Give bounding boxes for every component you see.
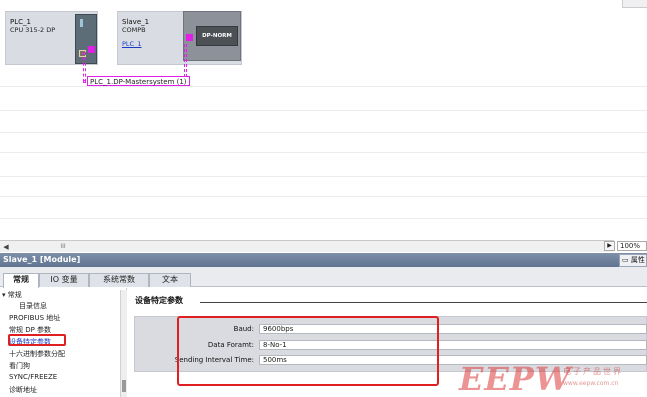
- inspector-title: Slave_1 [Module]: [3, 255, 81, 264]
- grid-line: [0, 218, 647, 219]
- plc-cpu-module-icon: [75, 14, 97, 64]
- tree-item-catalog-info[interactable]: 目录信息: [19, 301, 47, 311]
- slave-module[interactable]: DP-NORM: [183, 11, 241, 61]
- grid-line: [0, 132, 647, 133]
- scroll-grip[interactable]: III: [58, 242, 68, 252]
- watermark-brand: EEPW: [459, 360, 572, 397]
- slave-name: Slave_1: [122, 18, 150, 26]
- inspector-tabs: 常规 IO 变量 系统常数 文本: [0, 267, 647, 288]
- tree-item-sync-freeze[interactable]: SYNC/FREEZE: [9, 373, 57, 381]
- tree-vertical-scrollbar[interactable]: [120, 290, 127, 397]
- plc-name: PLC_1: [10, 18, 31, 26]
- dp-norm-module-label: DP-NORM: [196, 26, 238, 46]
- dp-mastersystem-label[interactable]: PLC_1.DP-Mastersystem (1): [87, 76, 190, 86]
- canvas-corner-control[interactable]: [622, 0, 647, 8]
- tab-texts[interactable]: 文本: [149, 273, 191, 287]
- profibus-line[interactable]: [83, 52, 86, 82]
- tab-io-tags[interactable]: IO 变量: [39, 273, 89, 287]
- profibus-port-icon[interactable]: [186, 34, 193, 41]
- tree-item-diagnostic-address[interactable]: 诊断地址: [9, 385, 37, 395]
- properties-icon: ▭: [622, 256, 629, 264]
- eepw-watermark-logo: EEPW 电子产品世界 www.eepw.com.cn: [459, 360, 647, 397]
- canvas-horizontal-scrollbar[interactable]: ◀ III: [0, 240, 614, 252]
- tree-selection-highlight: [8, 334, 66, 346]
- tree-root-label: 常规: [7, 291, 22, 299]
- watermark-url: www.eepw.com.cn: [563, 380, 619, 387]
- properties-label: 属性: [630, 256, 645, 264]
- section-divider: [200, 302, 647, 303]
- grid-line: [0, 110, 647, 111]
- led-icon: [80, 19, 83, 27]
- tree-item-watchdog[interactable]: 看门狗: [9, 361, 30, 371]
- slave-master-link[interactable]: PLC_1: [122, 40, 141, 48]
- profibus-port-icon[interactable]: [88, 46, 95, 53]
- scroll-right-icon[interactable]: ▶: [604, 241, 615, 251]
- network-view-canvas[interactable]: PLC_1 CPU 315-2 DP Slave_1 COMPB PLC_1 D…: [0, 0, 647, 240]
- grid-line: [0, 152, 647, 153]
- inspector-header: Slave_1 [Module] ▭ 属性: [0, 253, 647, 267]
- slave-type: COMPB: [122, 26, 146, 34]
- properties-tab[interactable]: ▭ 属性: [619, 254, 647, 267]
- params-highlight: [177, 316, 439, 386]
- plc-type: CPU 315-2 DP: [10, 26, 56, 34]
- tab-general[interactable]: 常规: [3, 273, 39, 288]
- tree-item-hex-param-assignment[interactable]: 十六进制参数分配: [9, 349, 65, 359]
- grid-line: [0, 176, 647, 177]
- zoom-level-select[interactable]: 100%: [617, 241, 647, 251]
- scroll-thumb[interactable]: [122, 380, 126, 392]
- chevron-down-icon[interactable]: ▾: [2, 291, 6, 299]
- section-title: 设备特定参数: [135, 296, 183, 305]
- tab-system-constants[interactable]: 系统常数: [89, 273, 149, 287]
- tree-root-general[interactable]: ▾ 常规: [2, 290, 22, 300]
- scroll-left-icon[interactable]: ◀: [1, 242, 11, 252]
- watermark-tagline: 电子产品世界: [563, 367, 623, 376]
- tree-item-profibus-address[interactable]: PROFIBUS 地址: [9, 313, 60, 323]
- grid-line: [0, 196, 647, 197]
